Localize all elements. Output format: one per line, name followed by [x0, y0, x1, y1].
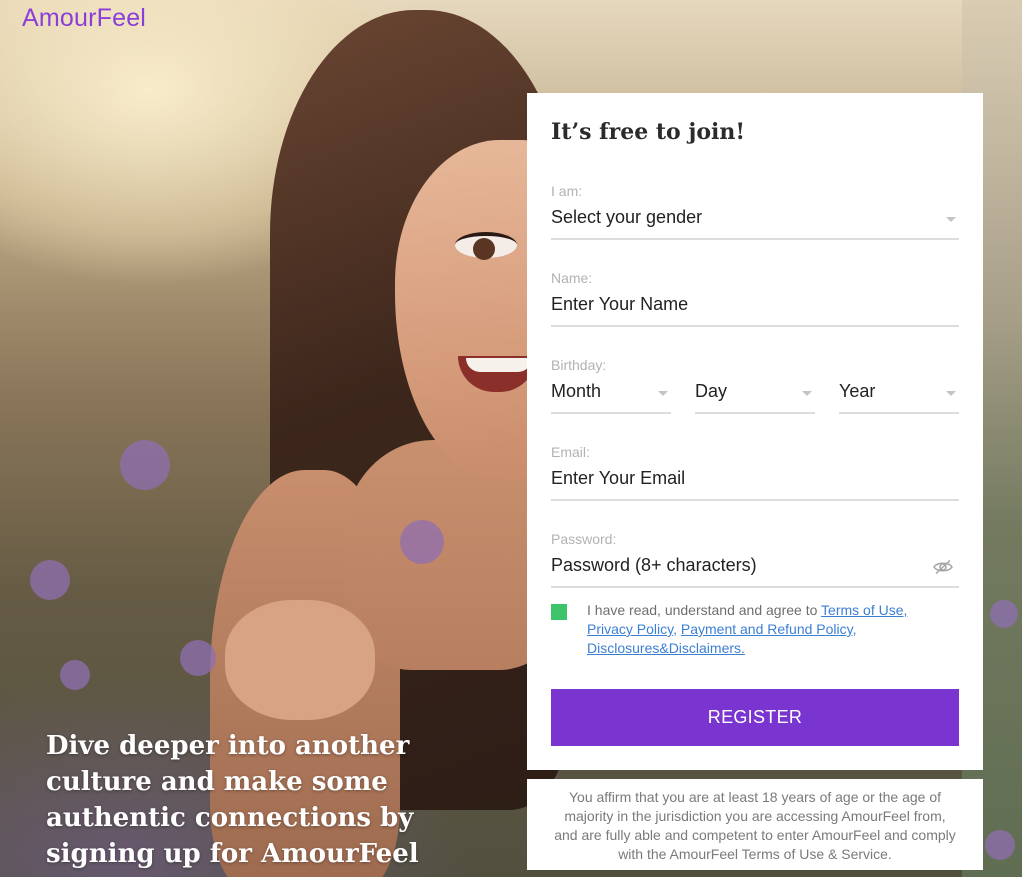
email-input[interactable]: Enter Your Email [551, 461, 959, 501]
privacy-policy-link[interactable]: Privacy Policy, [587, 621, 677, 637]
birth-month-value: Month [551, 381, 602, 401]
photo-flower [990, 600, 1018, 628]
terms-text: I have read, understand and agree to Ter… [587, 601, 959, 658]
birthday-field: Birthday: Month Day Year [551, 356, 959, 414]
photo-flower [120, 440, 170, 490]
birthday-label: Birthday: [551, 357, 607, 373]
eye-slash-icon[interactable] [933, 559, 953, 575]
brand-logo[interactable]: AmourFeel [22, 4, 146, 33]
password-label: Password: [551, 531, 617, 547]
birth-day-value: Day [695, 381, 728, 401]
photo-flower [400, 520, 444, 564]
birthday-selects: Month Day Year [551, 374, 959, 414]
birth-month-select[interactable]: Month [551, 374, 671, 414]
photo-hand [225, 600, 375, 720]
password-input[interactable]: Password (8+ characters) [551, 548, 959, 588]
photo-flower [30, 560, 70, 600]
gender-field: I am: Select your gender [551, 182, 959, 240]
photo-flower [985, 830, 1015, 860]
chevron-down-icon [946, 391, 956, 396]
birth-day-select[interactable]: Day [695, 374, 815, 414]
chevron-down-icon [658, 391, 668, 396]
terms-prefix: I have read, understand and agree to [587, 602, 822, 618]
email-input-placeholder: Enter Your Email [551, 468, 686, 488]
email-field: Email: Enter Your Email [551, 443, 959, 501]
name-label: Name: [551, 270, 593, 286]
gender-select-value: Select your gender [551, 207, 703, 227]
disclosures-link[interactable]: Disclosures&Disclaimers. [587, 640, 745, 656]
name-field: Name: Enter Your Name [551, 269, 959, 327]
birth-year-select[interactable]: Year [839, 374, 959, 414]
hero-tagline: Dive deeper into another culture and mak… [46, 731, 419, 869]
chevron-down-icon [802, 391, 812, 396]
gender-select[interactable]: Select your gender [551, 200, 959, 240]
password-input-placeholder: Password (8+ characters) [551, 555, 757, 575]
registration-card: It’s free to join! I am: Select your gen… [527, 93, 983, 770]
chevron-down-icon [946, 217, 956, 222]
password-field: Password: Password (8+ characters) [551, 530, 959, 588]
register-button[interactable]: REGISTER [551, 689, 959, 746]
age-disclaimer: You affirm that you are at least 18 year… [527, 779, 983, 870]
name-input[interactable]: Enter Your Name [551, 287, 959, 327]
photo-eye [455, 232, 517, 260]
photo-flower [180, 640, 216, 676]
birth-year-value: Year [839, 381, 876, 401]
email-label: Email: [551, 444, 590, 460]
gender-label: I am: [551, 183, 583, 199]
payment-refund-policy-link[interactable]: Payment and Refund Policy, [681, 621, 857, 637]
name-input-placeholder: Enter Your Name [551, 294, 689, 314]
photo-flower [60, 660, 90, 690]
terms-checkbox[interactable] [551, 604, 567, 620]
terms-of-use-link[interactable]: Terms of Use, [821, 602, 907, 618]
form-title: It’s free to join! [551, 119, 746, 145]
